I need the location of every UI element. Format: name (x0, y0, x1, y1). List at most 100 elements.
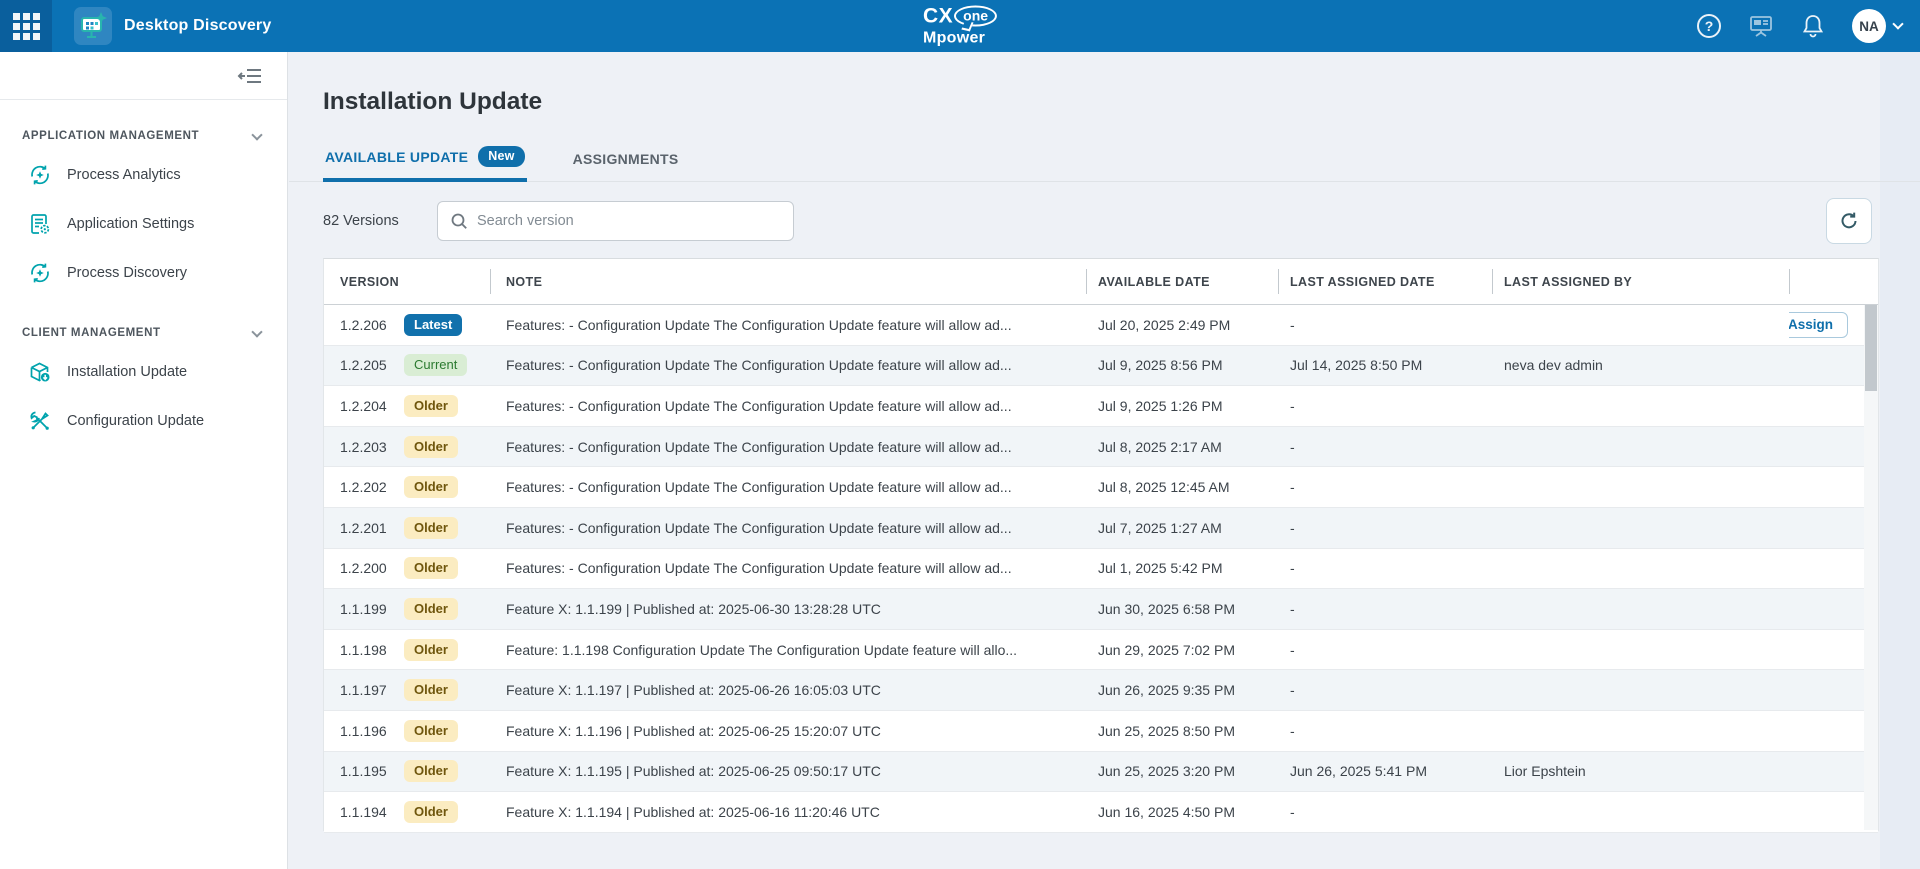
note-text: Features: - Configuration Update The Con… (490, 467, 1086, 507)
sidebar: APPLICATION MANAGEMENT Process Analytics (0, 52, 288, 869)
last-assigned-date: - (1278, 427, 1492, 467)
search-box[interactable] (437, 201, 794, 241)
help-icon[interactable]: ? (1697, 14, 1721, 38)
table-row[interactable]: 1.2.205 Current Features: - Configuratio… (324, 346, 1878, 387)
tab-label: AVAILABLE UPDATE (325, 149, 468, 165)
last-assigned-date: - (1278, 549, 1492, 589)
sidebar-item-application-settings[interactable]: Application Settings (22, 199, 265, 248)
sidebar-item-process-analytics[interactable]: Process Analytics (22, 150, 265, 199)
version-status-badge: Older (404, 760, 458, 782)
notifications-bell-icon[interactable] (1801, 13, 1825, 39)
version-text: 1.2.202 (340, 479, 398, 495)
last-assigned-date: - (1278, 467, 1492, 507)
note-text: Feature X: 1.1.194 | Published at: 2025-… (490, 792, 1086, 832)
available-date: Jul 9, 2025 1:26 PM (1086, 386, 1278, 426)
table-row[interactable]: 1.1.195 Older Feature X: 1.1.195 | Publi… (324, 752, 1878, 793)
note-text: Features: - Configuration Update The Con… (490, 508, 1086, 548)
presentation-icon[interactable] (1748, 13, 1774, 39)
available-date: Jun 16, 2025 4:50 PM (1086, 792, 1278, 832)
version-text: 1.1.195 (340, 763, 398, 779)
table-row[interactable]: 1.1.198 Older Feature: 1.1.198 Configura… (324, 630, 1878, 671)
chevron-down-icon (251, 129, 262, 140)
tab-bar: AVAILABLE UPDATE New ASSIGNMENTS (289, 140, 1920, 182)
last-assigned-date: - (1278, 792, 1492, 832)
sidebar-item-process-discovery[interactable]: Process Discovery (22, 248, 265, 297)
version-status-badge: Older (404, 679, 458, 701)
column-header-version: VERSION (324, 259, 490, 304)
table-row[interactable]: 1.2.200 Older Features: - Configuration … (324, 549, 1878, 590)
toolbar: 82 Versions (323, 201, 794, 241)
sidebar-item-label: Process Analytics (67, 167, 181, 183)
version-status-badge: Current (404, 354, 467, 376)
application-settings-icon (28, 212, 52, 236)
sidebar-item-configuration-update[interactable]: Configuration Update (22, 396, 265, 445)
search-input[interactable] (477, 213, 781, 229)
available-date: Jul 7, 2025 1:27 AM (1086, 508, 1278, 548)
available-date: Jul 20, 2025 2:49 PM (1086, 305, 1278, 345)
version-status-badge: Older (404, 436, 458, 458)
column-header-actions (1789, 259, 1878, 304)
table-row[interactable]: 1.2.202 Older Features: - Configuration … (324, 467, 1878, 508)
user-menu[interactable]: NA (1852, 9, 1902, 43)
version-text: 1.1.196 (340, 723, 398, 739)
table-row[interactable]: 1.2.206 Latest Features: - Configuration… (324, 305, 1878, 346)
last-assigned-by (1492, 508, 1789, 548)
available-date: Jun 25, 2025 8:50 PM (1086, 711, 1278, 751)
sidebar-section-application-management[interactable]: APPLICATION MANAGEMENT (22, 130, 265, 142)
version-status-badge: Older (404, 476, 458, 498)
last-assigned-by (1492, 589, 1789, 629)
tab-assignments[interactable]: ASSIGNMENTS (571, 151, 681, 181)
table-row[interactable]: 1.1.197 Older Feature X: 1.1.197 | Publi… (324, 670, 1878, 711)
table-row[interactable]: 1.2.201 Older Features: - Configuration … (324, 508, 1878, 549)
table-row[interactable]: 1.2.203 Older Features: - Configuration … (324, 427, 1878, 468)
available-date: Jul 1, 2025 5:42 PM (1086, 549, 1278, 589)
column-header-last-assigned-by: LAST ASSIGNED BY (1492, 259, 1789, 304)
last-assigned-date: - (1278, 670, 1492, 710)
note-text: Features: - Configuration Update The Con… (490, 305, 1086, 345)
version-text: 1.1.198 (340, 642, 398, 658)
table-row[interactable]: 1.1.194 Older Feature X: 1.1.194 | Publi… (324, 792, 1878, 833)
logo-one-bubble: one (954, 6, 997, 27)
app-monitor-icon (74, 7, 112, 45)
main-content: Installation Update AVAILABLE UPDATE New… (289, 52, 1920, 869)
version-status-badge: Latest (404, 314, 462, 336)
logo-cx-text: CX (923, 6, 953, 27)
app-title: Desktop Discovery (124, 17, 271, 35)
sidebar-section-client-management[interactable]: CLIENT MANAGEMENT (22, 327, 265, 339)
scrollbar-thumb[interactable] (1865, 305, 1877, 391)
versions-table: VERSION NOTE AVAILABLE DATE LAST ASSIGNE… (323, 258, 1879, 831)
version-text: 1.2.205 (340, 357, 398, 373)
process-discovery-icon (28, 261, 52, 285)
sidebar-item-installation-update[interactable]: Installation Update (22, 347, 265, 396)
note-text: Feature: 1.1.198 Configuration Update Th… (490, 630, 1086, 670)
note-text: Features: - Configuration Update The Con… (490, 427, 1086, 467)
tab-label: ASSIGNMENTS (573, 151, 679, 167)
version-status-badge: Older (404, 801, 458, 823)
version-text: 1.2.200 (340, 560, 398, 576)
assign-button[interactable]: Assign (1789, 312, 1848, 338)
table-header: VERSION NOTE AVAILABLE DATE LAST ASSIGNE… (324, 259, 1878, 305)
column-header-last-assigned-date: LAST ASSIGNED DATE (1278, 259, 1492, 304)
table-row[interactable]: 1.1.199 Older Feature X: 1.1.199 | Publi… (324, 589, 1878, 630)
note-text: Feature X: 1.1.197 | Published at: 2025-… (490, 670, 1086, 710)
available-date: Jul 9, 2025 8:56 PM (1086, 346, 1278, 386)
last-assigned-by (1492, 549, 1789, 589)
available-date: Jun 30, 2025 6:58 PM (1086, 589, 1278, 629)
avatar[interactable]: NA (1852, 9, 1886, 43)
available-date: Jun 25, 2025 3:20 PM (1086, 752, 1278, 792)
note-text: Features: - Configuration Update The Con… (490, 386, 1086, 426)
last-assigned-by: neva dev admin (1492, 346, 1789, 386)
refresh-button[interactable] (1826, 198, 1872, 244)
table-body: 1.2.206 Latest Features: - Configuration… (324, 305, 1878, 833)
last-assigned-date: - (1278, 386, 1492, 426)
table-row[interactable]: 1.1.196 Older Feature X: 1.1.196 | Publi… (324, 711, 1878, 752)
collapse-panel-icon[interactable] (237, 65, 263, 87)
section-label: APPLICATION MANAGEMENT (22, 130, 199, 142)
column-header-note: NOTE (490, 259, 1086, 304)
tab-available-update[interactable]: AVAILABLE UPDATE New (323, 146, 527, 181)
note-text: Feature X: 1.1.195 | Published at: 2025-… (490, 752, 1086, 792)
vertical-scrollbar (1864, 305, 1878, 830)
app-switcher-button[interactable] (0, 0, 52, 52)
table-row[interactable]: 1.2.204 Older Features: - Configuration … (324, 386, 1878, 427)
version-status-badge: Older (404, 395, 458, 417)
